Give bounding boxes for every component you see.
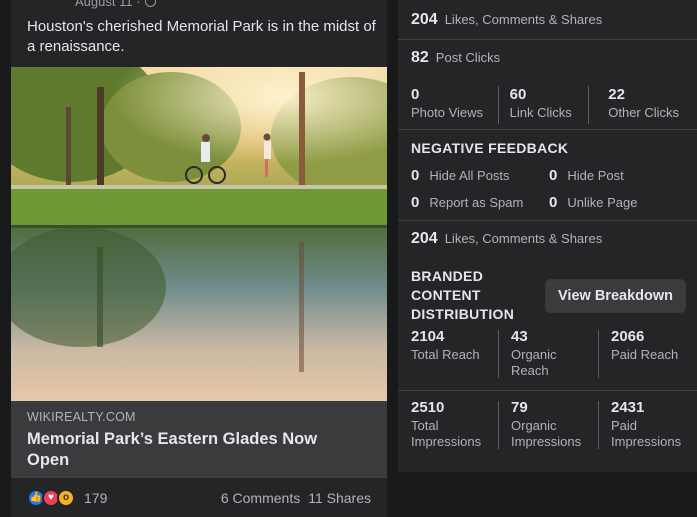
impressions-breakdown: 2510 Total Impressions 79 Organic Impres… xyxy=(398,399,697,455)
divider xyxy=(588,86,589,124)
divider xyxy=(498,330,499,378)
branded-content-heading: BRANDED CONTENT DISTRIBUTION xyxy=(411,268,515,322)
hide-post-stat: 0 Hide Post xyxy=(549,167,624,184)
engagement-row-bottom: 204 Likes, Comments & Shares xyxy=(398,221,697,259)
link-clicks-value: 60 xyxy=(509,86,527,103)
unlike-page-label: Unlike Page xyxy=(567,195,638,210)
post-timestamp[interactable]: August 11 · xyxy=(75,0,156,9)
paid-reach-value: 2066 xyxy=(611,328,645,345)
organic-reach-value: 43 xyxy=(511,328,528,345)
link-preview[interactable]: WIKIREALTY.COM Memorial Park’s Eastern G… xyxy=(11,401,387,477)
unlike-page-stat: 0 Unlike Page xyxy=(549,194,637,211)
divider xyxy=(498,86,499,124)
other-clicks-label: Other Clicks xyxy=(608,105,680,120)
post-card: August 11 · Houston's cherished Memorial… xyxy=(11,0,387,517)
hide-post-value: 0 xyxy=(549,167,558,184)
insights-panel: 204 Likes, Comments & Shares 82 Post Cli… xyxy=(398,0,697,472)
reaction-count[interactable]: 179 xyxy=(84,490,107,506)
report-spam-stat: 0 Report as Spam xyxy=(411,194,523,211)
post-message: Houston's cherished Memorial Park is in … xyxy=(27,18,376,55)
divider xyxy=(498,401,499,449)
reach-breakdown: 2104 Total Reach 43 Organic Reach 2066 P… xyxy=(398,328,697,384)
organic-reach-stat: 43 Organic Reach xyxy=(511,328,581,379)
view-breakdown-button[interactable]: View Breakdown xyxy=(545,279,686,313)
total-impressions-value: 2510 xyxy=(411,399,445,416)
total-impressions-stat: 2510 Total Impressions xyxy=(411,399,496,450)
comments-count[interactable]: 6 Comments xyxy=(221,490,300,506)
post-clicks-row: 82 Post Clicks xyxy=(398,40,697,78)
link-clicks-stat: 60 Link Clicks xyxy=(510,86,609,121)
total-reach-stat: 2104 Total Reach xyxy=(411,328,480,363)
photo-views-stat: 0 Photo Views xyxy=(411,86,510,121)
negative-feedback-heading: NEGATIVE FEEDBACK xyxy=(411,140,569,156)
post-clicks-label: Post Clicks xyxy=(435,50,501,65)
paid-impressions-value: 2431 xyxy=(611,399,645,416)
paid-impressions-label: Paid Impressions xyxy=(611,418,682,449)
photo-views-value: 0 xyxy=(411,86,420,103)
hide-all-posts-stat: 0 Hide All Posts xyxy=(411,167,510,184)
post-clicks-value: 82 xyxy=(411,49,429,66)
organic-impressions-value: 79 xyxy=(511,399,528,416)
divider xyxy=(598,401,599,449)
paid-reach-label: Paid Reach xyxy=(611,347,679,362)
divider xyxy=(398,390,697,391)
reaction-icons[interactable]: 👍 ♥ o xyxy=(27,488,75,507)
link-clicks-label: Link Clicks xyxy=(509,105,572,120)
engagement-top-label: Likes, Comments & Shares xyxy=(444,12,603,27)
hide-all-posts-value: 0 xyxy=(411,167,420,184)
globe-icon xyxy=(144,0,156,7)
hide-all-posts-label: Hide All Posts xyxy=(429,168,510,183)
hide-post-label: Hide Post xyxy=(567,168,624,183)
report-spam-value: 0 xyxy=(411,194,420,211)
engagement-bottom-value: 204 xyxy=(411,230,438,247)
photo-views-label: Photo Views xyxy=(411,105,484,120)
report-spam-label: Report as Spam xyxy=(429,195,524,210)
engagement-top-value: 204 xyxy=(411,11,438,28)
click-breakdown: 0 Photo Views 60 Link Clicks 22 Other Cl… xyxy=(398,78,697,130)
engagement-bottom-label: Likes, Comments & Shares xyxy=(444,231,603,246)
divider xyxy=(598,330,599,378)
organic-impressions-stat: 79 Organic Impressions xyxy=(511,399,596,450)
post-date-text: August 11 · xyxy=(75,0,141,9)
other-clicks-value: 22 xyxy=(608,86,625,103)
total-reach-value: 2104 xyxy=(411,328,445,345)
total-impressions-label: Total Impressions xyxy=(411,418,482,449)
wow-icon: o xyxy=(57,488,75,507)
paid-impressions-stat: 2431 Paid Impressions xyxy=(611,399,696,450)
link-title[interactable]: Memorial Park’s Eastern Glades Now Open xyxy=(27,429,357,471)
engagement-row-top: 204 Likes, Comments & Shares xyxy=(398,0,697,40)
shares-count[interactable]: 11 Shares xyxy=(308,490,371,506)
post-photo[interactable] xyxy=(11,67,387,401)
link-domain: WIKIREALTY.COM xyxy=(27,410,136,424)
reactions-bar: 👍 ♥ o 179 6 Comments 11 Shares xyxy=(11,477,387,517)
unlike-page-value: 0 xyxy=(549,194,558,211)
paid-reach-stat: 2066 Paid Reach xyxy=(611,328,678,363)
organic-impressions-label: Organic Impressions xyxy=(511,418,582,449)
other-clicks-stat: 22 Other Clicks xyxy=(608,86,697,121)
organic-reach-label: Organic Reach xyxy=(511,347,557,378)
park-photo xyxy=(11,67,387,401)
total-reach-label: Total Reach xyxy=(411,347,480,362)
